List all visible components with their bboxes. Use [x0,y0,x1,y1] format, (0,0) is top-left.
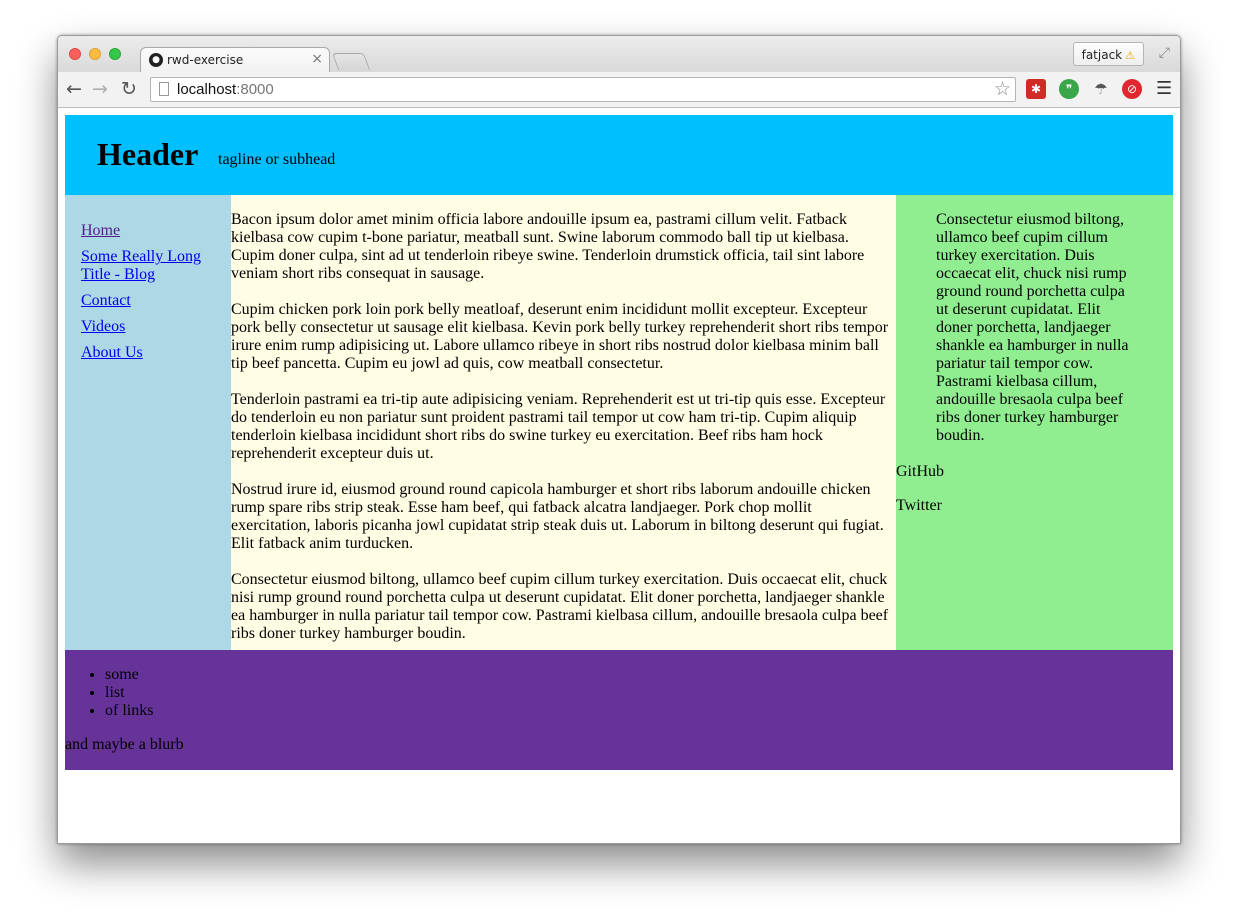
site-tagline: tagline or subhead [218,151,336,168]
url-port: :8000 [236,81,274,98]
browser-tab[interactable]: ● rwd-exercise × [140,47,330,73]
browser-toolbar: ← → ↻ localhost:8000 ☆ ✱ ❞ ☂ ⊘ ☰ [58,72,1180,108]
adobe-extension-icon[interactable]: ⊘ [1122,79,1142,99]
footer-list: some list of links [65,666,1173,720]
menu-icon[interactable]: ☰ [1156,78,1172,99]
back-arrow-icon[interactable]: ← [66,78,82,100]
profile-button[interactable]: fatjack ⚠ [1072,42,1144,66]
github-favicon-icon: ● [149,53,163,67]
footer-list-item: some [105,666,1173,684]
nav-link-videos[interactable]: Videos [81,318,215,336]
content-paragraph: Nostrud irure id, eiusmod ground round c… [231,481,884,552]
page-viewport: Header tagline or subhead Home Some Real… [58,108,1180,843]
page-icon [159,82,169,96]
aside-link-twitter: Twitter [896,497,942,514]
hangouts-extension-icon[interactable]: ❞ [1059,79,1079,99]
nav-link-contact[interactable]: Contact [81,292,215,310]
browser-window: ● rwd-exercise × fatjack ⚠ ⤢ ← → ↻ localh… [57,35,1181,844]
aside-quote: Consectetur eiusmod biltong, ullamco bee… [936,211,1129,444]
content-paragraph: Tenderloin pastrami ea tri-tip aute adip… [231,391,886,462]
zoom-window-button[interactable] [109,48,121,60]
content-paragraph: Bacon ipsum dolor amet minim officia lab… [231,211,865,282]
url-host: localhost [177,81,237,98]
footer-list-item: list [105,684,1173,702]
nav-link-about-us[interactable]: About Us [81,344,215,362]
tab-title: rwd-exercise [167,53,244,67]
nav-link-home[interactable]: Home [81,222,215,240]
address-bar[interactable]: localhost:8000 ☆ [150,77,1016,102]
url-text[interactable]: localhost:8000 [177,81,274,98]
forward-arrow-icon[interactable]: → [92,78,108,100]
site-content: Bacon ipsum dolor amet minim officia lab… [231,195,896,650]
content-paragraph: Cupim chicken pork loin pork belly meatl… [231,301,889,372]
umbrella-extension-icon[interactable]: ☂ [1091,79,1111,99]
site-title: Header [97,136,199,172]
site-footer: some list of links and maybe a blurb [65,650,1173,770]
fullscreen-icon[interactable]: ⤢ [1159,45,1170,61]
site-aside: Consectetur eiusmod biltong, ullamco bee… [896,195,1173,650]
site-page: Header tagline or subhead Home Some Real… [65,115,1173,770]
profile-name: fatjack [1081,48,1123,62]
footer-blurb: and maybe a blurb [65,736,184,753]
lastpass-extension-icon[interactable]: ✱ [1026,79,1046,99]
site-header: Header tagline or subhead [65,115,1173,195]
nav-link-blog[interactable]: Some Really Long Title - Blog [81,248,215,284]
reload-icon[interactable]: ↻ [121,78,137,100]
warning-icon: ⚠ [1125,49,1135,62]
bookmark-star-icon[interactable]: ☆ [994,78,1011,100]
aside-link-github: GitHub [896,463,944,480]
tab-strip: ● rwd-exercise × fatjack ⚠ ⤢ [58,36,1180,73]
site-nav: Home Some Really Long Title - Blog Conta… [65,195,231,650]
site-main: Home Some Really Long Title - Blog Conta… [65,195,1173,650]
close-window-button[interactable] [69,48,81,60]
content-paragraph: Consectetur eiusmod biltong, ullamco bee… [231,571,889,642]
footer-list-item: of links [105,702,1173,720]
new-tab-button[interactable] [331,53,371,70]
minimize-window-button[interactable] [89,48,101,60]
close-tab-icon[interactable]: × [311,51,323,67]
